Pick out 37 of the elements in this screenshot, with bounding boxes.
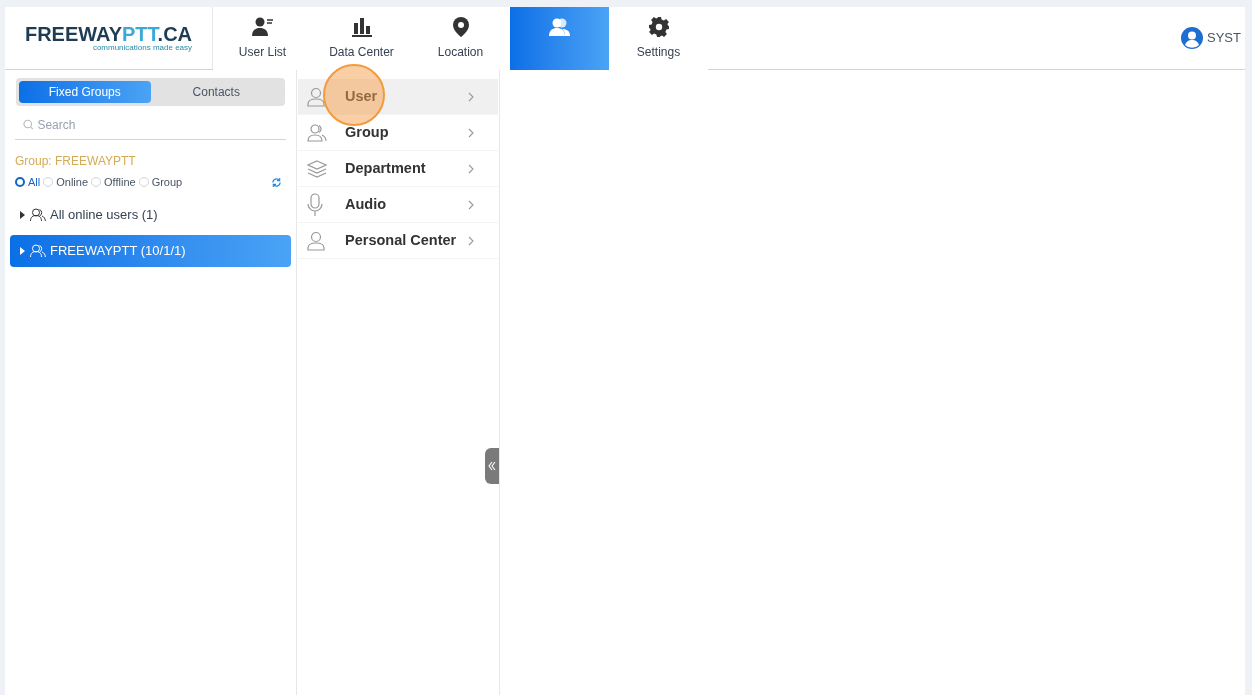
nav-tab[interactable] bbox=[510, 7, 609, 70]
users-icon bbox=[30, 243, 46, 258]
microphone-icon bbox=[307, 192, 323, 217]
segment-tab[interactable]: Fixed Groups bbox=[19, 81, 151, 103]
radio-label[interactable]: Offline bbox=[104, 174, 136, 191]
group-label: Group: FREEWAYPTT bbox=[15, 153, 137, 170]
search-icon bbox=[23, 119, 34, 130]
chevron-right-icon bbox=[468, 200, 474, 210]
tree-item[interactable]: All online users (1) bbox=[10, 198, 291, 231]
user-icon bbox=[307, 230, 325, 251]
account-name[interactable]: SYST bbox=[1207, 28, 1241, 48]
settings-icon bbox=[648, 16, 669, 37]
refresh-icon[interactable] bbox=[271, 176, 282, 188]
users-icon bbox=[30, 207, 46, 222]
layers-icon bbox=[307, 159, 327, 178]
bar-chart-icon bbox=[350, 16, 373, 37]
users-icon bbox=[307, 123, 327, 142]
radio-label[interactable]: All bbox=[28, 174, 41, 191]
chevron-right-icon bbox=[468, 92, 474, 102]
radio-label[interactable]: Online bbox=[56, 174, 89, 191]
user-icon bbox=[251, 16, 274, 37]
radio-label[interactable]: Group bbox=[151, 174, 183, 191]
chevron-right-icon bbox=[468, 164, 474, 174]
user-icon bbox=[307, 86, 325, 107]
collapse-handle[interactable] bbox=[485, 448, 499, 484]
avatar-icon[interactable] bbox=[1181, 27, 1204, 49]
search-field[interactable]: Search bbox=[37, 115, 278, 134]
location-pin-icon bbox=[452, 16, 469, 37]
segment-tab[interactable]: Contacts bbox=[150, 81, 282, 103]
chevron-right-icon bbox=[468, 128, 474, 138]
chevron-right-icon bbox=[468, 236, 474, 246]
users-icon bbox=[547, 17, 572, 37]
caret-icon bbox=[18, 246, 26, 255]
caret-icon bbox=[18, 210, 26, 219]
logo-text: FREEWAYPTT.CA communications made easy bbox=[24, 24, 193, 52]
radio-button[interactable] bbox=[15, 177, 25, 188]
tree-item[interactable]: FREEWAYPTT (10/1/1) bbox=[10, 234, 291, 267]
